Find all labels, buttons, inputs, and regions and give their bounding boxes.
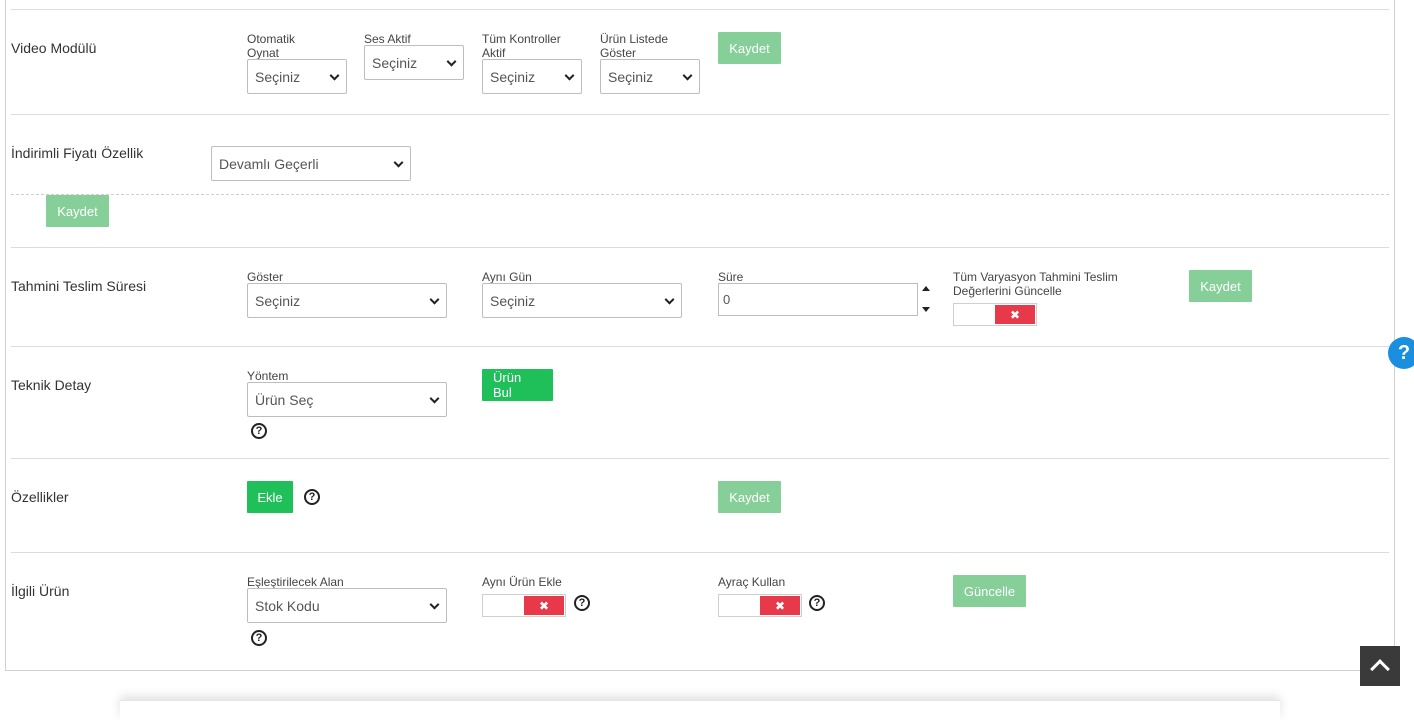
chevron-down-icon xyxy=(446,56,457,67)
related-update-button[interactable]: Güncelle xyxy=(953,575,1026,607)
chevron-down-icon xyxy=(429,599,440,610)
discount-save-button[interactable]: Kaydet xyxy=(46,195,109,227)
toggle-off-indicator: ✖ xyxy=(760,596,800,615)
all-controls-select[interactable]: Seçiniz xyxy=(482,59,582,94)
match-field-select-value: Stok Kodu xyxy=(255,597,320,614)
discount-feature-select[interactable]: Devamlı Geçerli xyxy=(211,146,411,181)
discount-feature-select-value: Devamlı Geçerli xyxy=(219,155,319,172)
autoplay-label: Otomatik Oynat xyxy=(247,32,296,60)
bottom-card xyxy=(120,700,1280,720)
toggle-off-indicator: ✖ xyxy=(995,305,1035,324)
help-fab-icon[interactable]: ? xyxy=(1388,337,1414,369)
x-icon: ✖ xyxy=(538,598,550,613)
show-select-value: Seçiniz xyxy=(255,292,301,309)
update-all-variations-label: Tüm Varyasyon Tahmini Teslim Değerlerini… xyxy=(953,270,1118,298)
question-circle-icon[interactable]: ? xyxy=(809,595,825,611)
chevron-down-icon xyxy=(329,70,340,81)
same-day-label: Aynı Gün xyxy=(482,270,532,284)
features-save-button[interactable]: Kaydet xyxy=(718,481,781,513)
chevron-down-icon xyxy=(429,294,440,305)
question-circle-icon[interactable]: ? xyxy=(251,630,267,646)
x-icon: ✖ xyxy=(1009,307,1021,322)
toggle-off-indicator: ✖ xyxy=(524,596,564,615)
x-icon: ✖ xyxy=(774,598,786,613)
chevron-down-icon xyxy=(682,70,693,81)
chevron-up-icon xyxy=(1370,659,1390,679)
delivery-save-button[interactable]: Kaydet xyxy=(1189,270,1252,302)
show-in-list-label: Ürün Listede Göster xyxy=(600,32,669,60)
match-field-select[interactable]: Stok Kodu xyxy=(247,588,447,623)
delivery-time-title: Tahmini Teslim Süresi xyxy=(11,278,147,294)
show-in-list-select-value: Seçiniz xyxy=(608,68,654,85)
technical-detail-title: Teknik Detay xyxy=(11,377,92,393)
same-product-toggle[interactable]: ✖ xyxy=(482,594,566,617)
spinner-up-icon[interactable] xyxy=(922,286,930,291)
show-select[interactable]: Seçiniz xyxy=(247,283,447,318)
same-day-select[interactable]: Seçiniz xyxy=(482,283,682,318)
show-label: Göster xyxy=(247,270,284,284)
chevron-down-icon xyxy=(664,294,675,305)
dashed-divider xyxy=(11,194,1389,195)
sound-active-select-value: Seçiniz xyxy=(372,54,418,71)
divider xyxy=(11,552,1389,553)
match-field-label: Eşleştirilecek Alan xyxy=(247,575,344,589)
chevron-down-icon xyxy=(393,157,404,168)
update-all-variations-toggle[interactable]: ✖ xyxy=(953,303,1037,326)
question-circle-icon[interactable]: ? xyxy=(251,423,267,439)
scroll-to-top-button[interactable] xyxy=(1360,646,1400,686)
features-title: Özellikler xyxy=(11,489,69,505)
separator-toggle[interactable]: ✖ xyxy=(718,594,802,617)
same-product-label: Aynı Ürün Ekle xyxy=(482,575,562,589)
chevron-down-icon xyxy=(429,393,440,404)
separator-label: Ayraç Kullan xyxy=(718,575,786,589)
method-label: Yöntem xyxy=(247,369,289,383)
same-day-select-value: Seçiniz xyxy=(490,292,536,309)
question-circle-icon[interactable]: ? xyxy=(574,595,590,611)
spinner-down-icon[interactable] xyxy=(922,307,930,312)
all-controls-select-value: Seçiniz xyxy=(490,68,536,85)
all-controls-label: Tüm Kontroller Aktif xyxy=(482,32,561,60)
sound-active-select[interactable]: Seçiniz xyxy=(364,45,464,80)
method-select-value: Ürün Seç xyxy=(255,391,314,408)
divider xyxy=(11,346,1389,347)
divider xyxy=(11,247,1389,248)
question-circle-icon[interactable]: ? xyxy=(304,489,320,505)
divider xyxy=(11,9,1389,10)
related-product-title: İlgili Ürün xyxy=(11,583,70,599)
divider xyxy=(11,458,1389,459)
duration-spinner[interactable] xyxy=(921,282,931,316)
video-save-button[interactable]: Kaydet xyxy=(718,32,781,64)
sound-active-label: Ses Aktif xyxy=(364,32,411,46)
video-module-title: Video Modülü xyxy=(11,40,97,56)
method-select[interactable]: Ürün Seç xyxy=(247,382,447,417)
show-in-list-select[interactable]: Seçiniz xyxy=(600,59,700,94)
duration-input[interactable]: 0 xyxy=(718,283,918,316)
autoplay-select-value: Seçiniz xyxy=(255,68,301,85)
find-product-button[interactable]: Ürün Bul xyxy=(482,369,553,401)
divider xyxy=(11,114,1389,115)
autoplay-select[interactable]: Seçiniz xyxy=(247,59,347,94)
discount-feature-title: İndirimli Fiyatı Özellik xyxy=(11,145,144,161)
add-feature-button[interactable]: Ekle xyxy=(247,481,293,513)
chevron-down-icon xyxy=(564,70,575,81)
settings-panel xyxy=(5,0,1395,671)
duration-label: Süre xyxy=(718,270,744,284)
